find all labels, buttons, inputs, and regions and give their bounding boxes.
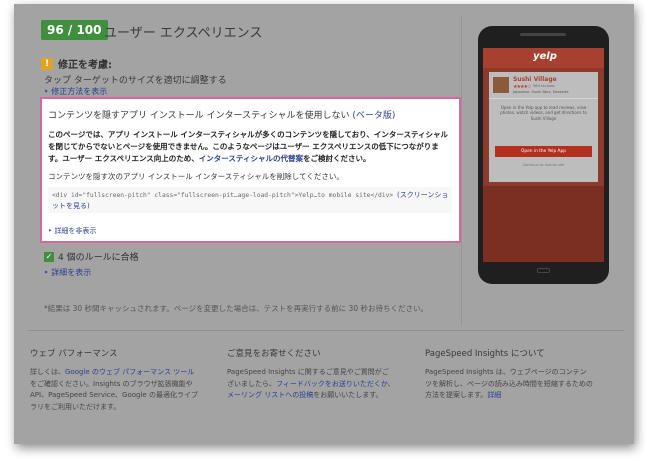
footer-web-performance: ウェブ パフォーマンス 詳しくは、Google のウェブ パフォーマンス ツール… (30, 347, 198, 413)
interstitial-rule-title-text: コンテンツを隠すアプリ インストール インタースティシャルを使用しない (48, 111, 353, 121)
interstitial-alternatives-link[interactable]: インタースティシャルの代替案 (199, 154, 303, 163)
footer-feedback: ご意見をお寄せください PageSpeed Insights に関するご意見やご… (227, 347, 395, 402)
footer-feedback-title: ご意見をお寄せください (227, 349, 321, 359)
interstitial-rule-panel: コンテンツを隠すアプリ インストール インタースティシャルを使用しない (ベータ… (40, 97, 461, 243)
footer-text: 詳しくは、 (30, 368, 65, 376)
footer-web-performance-title: ウェブ パフォーマンス (30, 349, 118, 359)
code-snippet-text: <div id="fullscreen-pitch" class="fullsc… (52, 192, 397, 199)
send-feedback-link[interactable]: フィードバックをお送りいただくか (276, 380, 388, 388)
remove-interstitial-hint: コンテンツを隠す次のアプリ インストール インタースティシャルを削除してください… (48, 172, 344, 181)
tap-target-rule: タップ ターゲットのサイズを適切に調整する (44, 76, 227, 86)
app-promo-text: Open in the Yelp app to read reviews, vi… (500, 105, 587, 121)
review-count: 364 reviews (533, 84, 555, 88)
app-install-interstitial: Sushi Village ★★★★☆ 364 reviews Japanese… (489, 72, 598, 182)
card-divider (489, 98, 598, 99)
footer-about: PageSpeed Insights について PageSpeed Insigh… (425, 347, 593, 402)
section-title: ユーザー エクスペリエンス (104, 26, 263, 41)
consider-fixing-header: ! 修正を考慮: (41, 56, 112, 71)
business-thumbnail (493, 77, 509, 93)
show-how-to-fix-link[interactable]: ‣ 修正方法を表示 (44, 86, 107, 97)
phone-screen: yelp Sushi Village ★★★★☆ 364 reviews Jap… (483, 48, 604, 262)
score-badge: 96 / 100 (41, 20, 108, 40)
footer-about-title: PageSpeed Insights について (425, 349, 545, 359)
footer-text: 、 (387, 379, 395, 388)
footer-about-body: PageSpeed Insights は、ウェブページのコンテンツを解析し、ペー… (425, 367, 593, 402)
show-details-link[interactable]: ‣ 詳細を表示 (44, 267, 91, 278)
footer-feedback-body: PageSpeed Insights に関するご意見やご質問がございましたら、フ… (227, 367, 395, 402)
continue-to-mobile-link: Continue to mobile site (522, 163, 565, 167)
yelp-header-bar: yelp (483, 48, 604, 68)
interstitial-rule-title: コンテンツを隠すアプリ インストール インタースティシャルを使用しない (ベータ… (48, 108, 395, 121)
footer-text: をお願いいたします。 (313, 391, 383, 399)
footer-text: をご確認ください。Insights のブラウザ拡張機能や API、PageSpe… (30, 379, 198, 411)
code-snippet: <div id="fullscreen-pitch" class="fullsc… (52, 190, 450, 212)
mailing-list-link[interactable]: メーリング リストへの投稿 (227, 391, 313, 399)
check-icon: ✓ (44, 251, 54, 262)
open-in-app-button: Open in the Yelp App (495, 146, 592, 157)
mobile-screenshot-preview: yelp Sushi Village ★★★★☆ 364 reviews Jap… (478, 26, 609, 284)
google-web-performance-tools-link[interactable]: Google のウェブ パフォーマンス ツール (65, 368, 194, 376)
business-name: Sushi Village (513, 76, 557, 83)
learn-more-link[interactable]: 詳細 (487, 391, 501, 399)
description-text-2: をご検討ください。 (303, 154, 371, 163)
footer-web-performance-body: 詳しくは、Google のウェブ パフォーマンス ツールをご確認ください。Ins… (30, 367, 198, 413)
hide-details-link[interactable]: ‣ 詳細を非表示 (48, 226, 96, 236)
passed-rules-title: 4 個のルールに合格 (58, 253, 139, 263)
footer-text: PageSpeed Insights は、ウェブページのコンテンツを解析し、ペー… (425, 368, 593, 399)
vertical-divider (461, 16, 462, 326)
pagespeed-report: 96 / 100 ユーザー エクスペリエンス ! 修正を考慮: タップ ターゲッ… (14, 4, 634, 444)
phone-home-button (537, 268, 550, 273)
interstitial-rule-description: このページでは、アプリ インストール インタースティシャルが多くのコンテンツを隠… (48, 129, 452, 165)
business-categories: Japanese, Sushi Bars, Desserts (513, 90, 569, 94)
beta-label: (ベータ版) (352, 111, 396, 121)
warning-icon: ! (41, 57, 53, 70)
passed-rules-header: ✓ 4 個のルールに合格 (44, 250, 139, 263)
footer-divider (28, 330, 624, 331)
phone-speaker (520, 33, 566, 36)
code-snippet-box: <div id="fullscreen-pitch" class="fullsc… (48, 187, 452, 213)
cache-note: *結果は 30 秒間キャッシュされます。ページを変更した場合は、テストを再実行す… (44, 304, 428, 313)
consider-fixing-title: 修正を考慮: (58, 60, 112, 71)
background-food-photo (483, 186, 604, 262)
yelp-logo: yelp (533, 51, 557, 62)
